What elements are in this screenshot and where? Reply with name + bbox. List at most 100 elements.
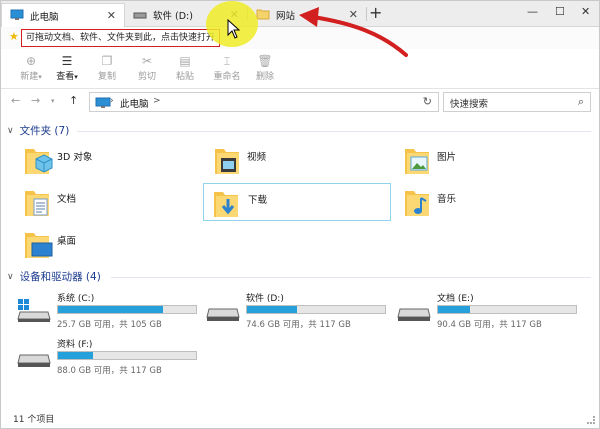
desktop-folder-icon [25,233,53,258]
folder-3d-objects[interactable]: 3D 对象 [21,145,209,183]
usage-fill [58,352,93,359]
downloads-folder-icon [214,192,238,217]
delete-button[interactable]: 🗑︎ 删除 [249,53,281,82]
annotation-arrow [299,7,408,57]
drive-space-info: 90.4 GB 可用，共 117 GB [437,320,542,330]
3d-objects-folder-icon [25,149,53,174]
cut-button[interactable]: ✂ 剪切 [131,53,163,82]
usage-fill [247,306,297,313]
section-divider [111,277,591,278]
new-label: 新建 [20,72,39,82]
computer-icon [95,97,111,112]
folder-label: 视频 [247,152,267,163]
chevron-down-icon: ∨ [7,125,14,136]
close-icon[interactable]: ✕ [107,10,116,21]
usage-bar [437,305,577,314]
folder-icon [256,8,270,23]
cut-label: 剪切 [137,72,156,82]
video-folder-icon [215,149,239,174]
drive-name: 系统 (C:) [57,294,95,304]
navigation-bar: ← → ▾ ↑ › 此电脑 > ↻ 快速搜索 ⌕ [1,89,599,115]
view-label: 查看 [56,72,75,82]
rename-button[interactable]: ⌶ 重命名 [209,53,245,82]
drive-name: 软件 (D:) [246,294,284,304]
computer-icon [10,9,24,24]
back-arrow-icon[interactable]: ← [11,94,20,107]
quick-access-hint: 可拖动文档、软件、文件夹到此，点击快速打开 [21,29,221,47]
drive-icon [133,8,147,23]
close-window-button[interactable]: ✕ [581,5,590,18]
drive-name: 文档 (E:) [437,294,474,304]
add-icon: ⊕ [25,54,37,68]
folder-label: 桌面 [57,236,77,247]
drive-name: 资料 (F:) [57,340,93,350]
tab-this-pc[interactable]: 此电脑 ✕ [1,3,125,28]
folder-videos[interactable]: 视频 [211,145,399,183]
folder-downloads[interactable]: 下载 [203,183,391,221]
rename-label: 重命名 [213,72,241,82]
folders-section-header[interactable]: ∨ 文件夹 (7) [7,123,69,138]
search-placeholder: 快速搜索 [450,99,489,110]
address-bar[interactable]: › 此电脑 > ↻ [89,92,439,112]
drive-space-info: 25.7 GB 可用，共 105 GB [57,320,162,330]
view-icon: ☰ [61,54,73,68]
search-box[interactable]: 快速搜索 ⌕ [443,92,591,112]
folder-documents[interactable]: 文档 [21,187,209,225]
paste-icon: ▤ [179,54,191,68]
scissors-icon: ✂ [141,54,153,68]
folders-section-title: 文件夹 (7) [19,125,70,137]
drives-section-header[interactable]: ∨ 设备和驱动器 (4) [7,269,101,284]
chevron-down-icon: ∨ [7,271,14,282]
folder-label: 3D 对象 [57,152,93,163]
system-drive-icon [17,299,51,322]
forward-arrow-icon[interactable]: → [31,94,40,107]
resize-grip-icon[interactable] [587,416,595,424]
drive-space-info: 74.6 GB 可用，共 117 GB [246,320,351,330]
view-button[interactable]: ☰ 查看▾ [51,53,83,82]
section-divider [77,131,591,132]
drive-c[interactable]: 系统 (C:) 25.7 GB 可用，共 105 GB [17,291,207,331]
recent-dropdown-icon[interactable]: ▾ [51,97,55,105]
chevron-right-icon: › [110,96,114,106]
folder-label: 文档 [57,194,77,205]
drives-section-title: 设备和驱动器 (4) [19,271,101,283]
hard-drive-icon [17,354,51,367]
rename-icon: ⌶ [223,54,231,68]
folder-desktop[interactable]: 桌面 [21,229,209,267]
drive-f[interactable]: 资料 (F:) 88.0 GB 可用，共 117 GB [17,337,207,377]
usage-bar [246,305,386,314]
copy-button[interactable]: ❐ 复制 [91,53,123,82]
status-bar-count: 11 个项目 [13,415,55,425]
drive-e[interactable]: 文档 (E:) 90.4 GB 可用，共 117 GB [397,291,587,331]
usage-fill [58,306,163,313]
folder-label: 下载 [248,195,268,206]
folder-music[interactable]: 音乐 [401,187,589,225]
explorer-window: 此电脑 ✕ 软件 (D:) ✕ 网站 ✕ + — ☐ ✕ ★ 可拖动文档、软件、… [0,0,600,429]
minimize-button[interactable]: — [527,5,538,18]
search-icon[interactable]: ⌕ [578,95,584,109]
paste-button[interactable]: ▤ 粘贴 [169,53,201,82]
tab-label: 此电脑 [30,12,59,23]
star-icon: ★ [9,30,19,43]
drive-d[interactable]: 软件 (D:) 74.6 GB 可用，共 117 GB [206,291,396,331]
hard-drive-icon [206,308,240,321]
documents-folder-icon [25,191,49,216]
music-folder-icon [405,191,429,216]
hard-drive-icon [397,308,431,321]
usage-fill [438,306,470,313]
pictures-folder-icon [405,149,429,174]
folder-pictures[interactable]: 图片 [401,145,589,183]
usage-bar [57,305,197,314]
copy-label: 复制 [97,72,116,82]
folder-label: 音乐 [437,194,457,205]
refresh-icon[interactable]: ↻ [423,95,432,108]
tab-label: 软件 (D:) [153,11,193,22]
new-button[interactable]: ⊕ 新建▾ [15,53,47,82]
folder-label: 图片 [437,152,457,163]
up-arrow-icon[interactable]: ↑ [69,94,78,107]
delete-label: 删除 [255,72,274,82]
maximize-button[interactable]: ☐ [555,5,565,18]
paste-label: 粘贴 [175,72,194,82]
breadcrumb-separator[interactable]: > [153,96,161,106]
usage-bar [57,351,197,360]
